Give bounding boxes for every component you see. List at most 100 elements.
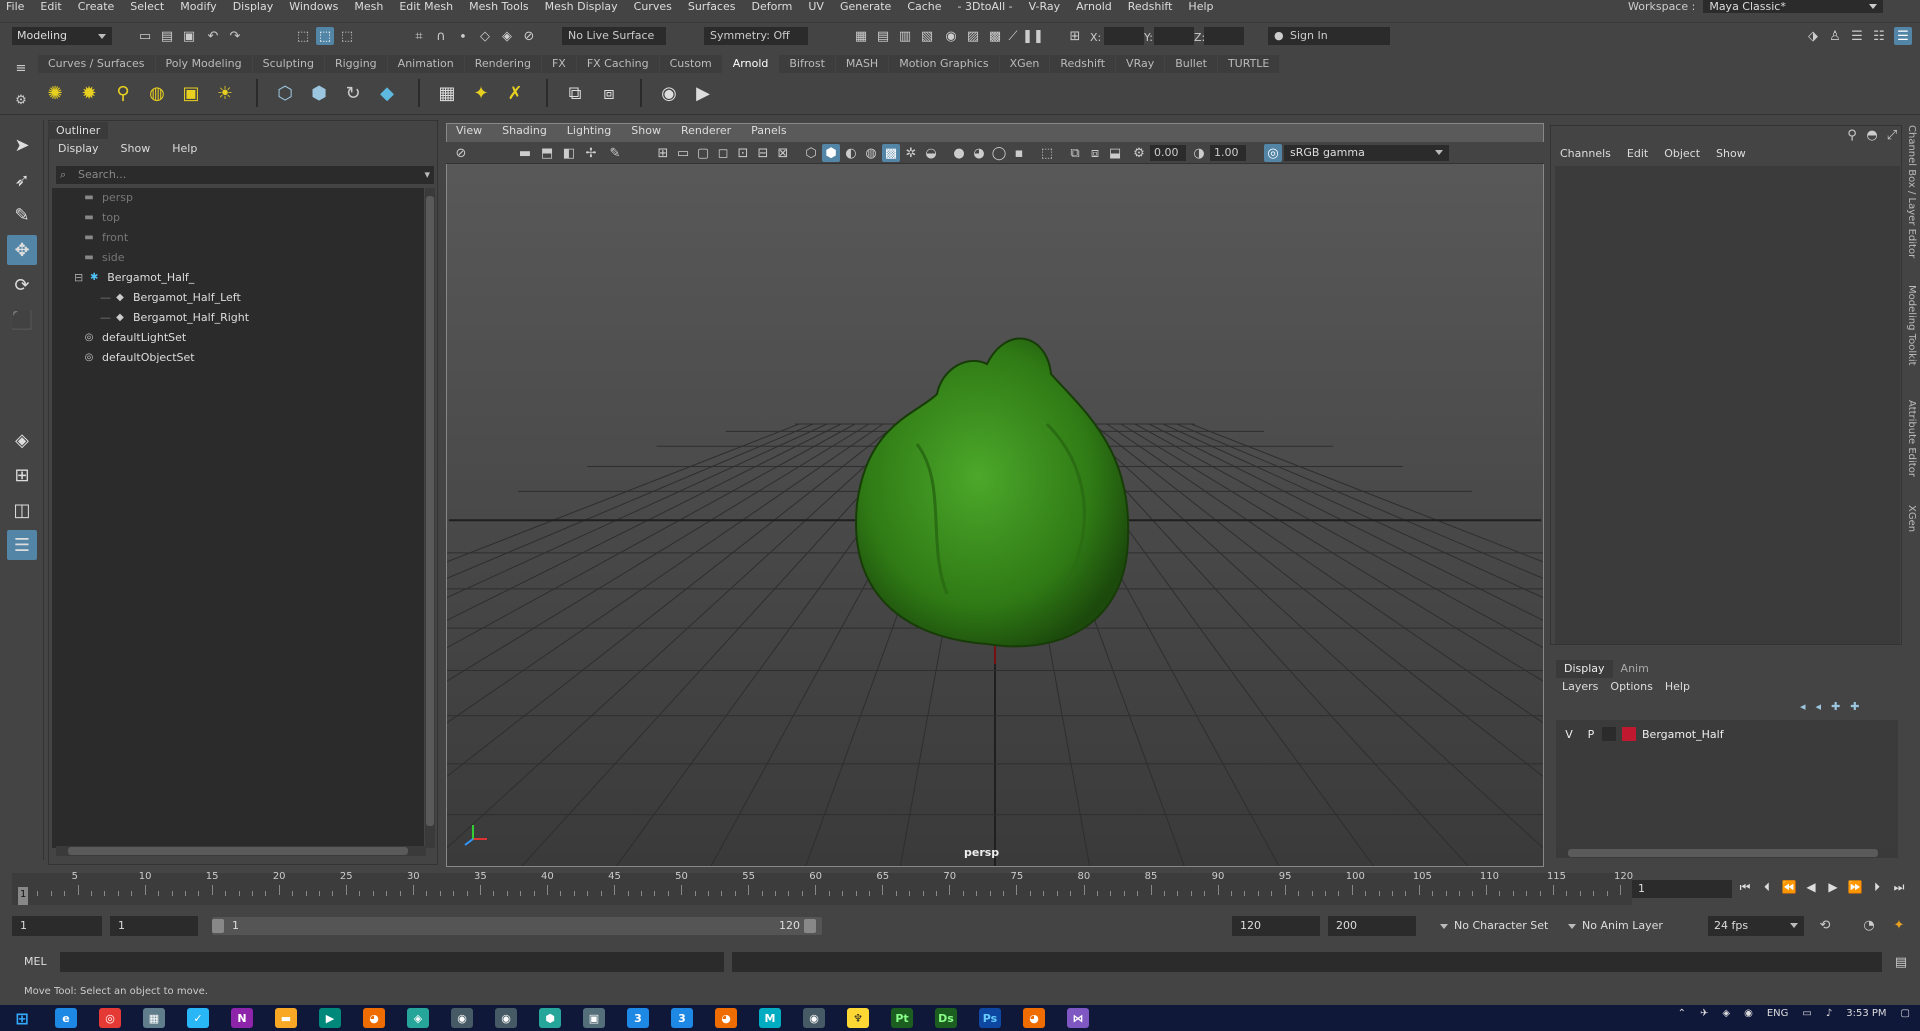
layer-name[interactable]: Bergamot_Half [1642,728,1724,741]
channel-box-menu-object[interactable]: Object [1664,147,1700,163]
outliner-menu-show[interactable]: Show [121,142,151,158]
scale-tool-icon[interactable]: ⬛ [7,305,37,335]
pause-icon[interactable]: ❚❚ [1022,27,1044,45]
menu-curves[interactable]: Curves [634,0,672,13]
menu-select[interactable]: Select [130,0,164,13]
channel-box-menu-show[interactable]: Show [1716,147,1746,163]
side-tab-attribute-editor[interactable]: Attribute Editor [1906,400,1917,477]
shelf-tab-motion-graphics[interactable]: Motion Graphics [889,55,999,73]
current-frame-field[interactable]: 1 [1632,880,1732,898]
depth-of-field-icon[interactable]: ▪ [1010,144,1028,162]
field-chart-icon[interactable]: ⊡ [734,144,752,162]
volume-icon[interactable]: ♪ [1826,1008,1832,1019]
photometric-light-icon[interactable]: ⚲ [108,79,138,107]
grease-pencil-icon[interactable]: ✎ [606,144,624,162]
exposure-field[interactable]: 0.00 [1150,145,1186,161]
arnold-render-icon[interactable]: ▨ [964,27,982,45]
outliner-hscroll-thumb[interactable] [68,847,408,855]
rotate-tool-icon[interactable]: ⟳ [7,270,37,300]
viewport-menu-panels[interactable]: Panels [751,124,786,140]
3ds-max-icon[interactable]: 3 [627,1008,649,1028]
curve-collector-icon[interactable]: ↻ [338,79,368,107]
channel-box-menu-channels[interactable]: Channels [1560,147,1611,163]
menu-3dtoall[interactable]: - 3DtoAll - [958,0,1013,13]
channel-box-options-icon[interactable]: ◓ [1863,126,1881,144]
tool-settings-toggle-icon[interactable]: ☷ [1870,27,1888,45]
z-field[interactable] [1204,27,1244,45]
shelf-tab-rendering[interactable]: Rendering [464,55,541,73]
gamma-field[interactable]: 1.00 [1210,145,1246,161]
range-end-handle[interactable] [804,919,816,933]
menu-arnold[interactable]: Arnold [1076,0,1112,13]
camera-attributes-icon[interactable]: ▬ [516,144,534,162]
menu-uv[interactable]: UV [808,0,824,13]
layer-visibility-toggle[interactable]: V [1558,728,1580,741]
film-gate-icon[interactable]: ▭ [674,144,692,162]
area-light-icon[interactable]: ✺ [40,79,70,107]
four-view-layout-icon[interactable]: ⊞ [7,460,37,490]
channel-box-pin-icon[interactable]: ⚲ [1843,126,1861,144]
layer-hscroll-thumb[interactable] [1568,849,1878,857]
step-back-frame-icon[interactable]: ⏴ [1756,880,1778,898]
outliner-item[interactable]: ◎ defaultLightSet [82,328,187,348]
layer-color-swatch[interactable] [1622,727,1636,741]
app-icon[interactable]: ▣ [583,1008,605,1028]
app-icon[interactable]: ⬢ [539,1008,561,1028]
render-play-icon[interactable]: ▶ [688,79,718,107]
layer-menu-help[interactable]: Help [1665,680,1690,693]
color-management-icon[interactable]: ◎ [1264,144,1282,162]
arnold-ipr-icon[interactable]: ▩ [986,27,1004,45]
standin-icon[interactable]: ⬡ [270,79,300,107]
play-forwards-icon[interactable]: ▶ [1822,880,1844,898]
snap-plane-icon[interactable]: ⊘ [520,27,538,45]
go-to-end-icon[interactable]: ⏭ [1888,880,1910,898]
fps-select[interactable]: 24 fps [1708,916,1804,936]
safe-action-icon[interactable]: ⊟ [754,144,772,162]
time-slider[interactable]: 1 51015202530354045505560657075808590951… [12,871,1633,905]
anti-aliasing-icon[interactable]: ◯ [990,144,1008,162]
wireframe-on-shaded-icon[interactable]: ◍ [862,144,880,162]
tray-chevron-icon[interactable]: ⌃ [1678,1008,1686,1019]
substance-designer-icon[interactable]: Ds [935,1008,957,1028]
shelf-tab-animation[interactable]: Animation [387,55,464,73]
python-icon[interactable]: ♆ [847,1008,869,1028]
menu-generate[interactable]: Generate [840,0,891,13]
menu-create[interactable]: Create [78,0,115,13]
render-settings-icon[interactable]: ▧ [918,27,936,45]
skydome-light-icon[interactable]: ◍ [142,79,172,107]
snap-grid-icon[interactable]: ⌗ [410,27,428,45]
physical-sky-icon[interactable]: ☀ [210,79,240,107]
play-backwards-icon[interactable]: ◀ [1800,880,1822,898]
teams-icon[interactable]: ✓ [187,1008,209,1028]
layer-menu-options[interactable]: Options [1610,680,1652,693]
loop-icon[interactable]: ⟲ [1816,916,1834,934]
two-view-layout-icon[interactable]: ◫ [7,495,37,525]
outliner-item[interactable]: ▬ top [82,208,120,228]
y-field[interactable] [1154,27,1194,45]
channel-box-menu-edit[interactable]: Edit [1627,147,1648,163]
safe-title-icon[interactable]: ⊠ [774,144,792,162]
step-back-key-icon[interactable]: ⏪ [1778,880,1800,898]
shadows-icon[interactable]: ◒ [922,144,940,162]
viewport-persp[interactable] [446,123,1544,867]
x-field[interactable] [1104,27,1144,45]
substance-painter-icon[interactable]: Pt [891,1008,913,1028]
outliner-item[interactable]: ⊟ ✱ Bergamot_Half_ [74,268,194,288]
volume-icon[interactable]: ◆ [372,79,402,107]
shelf-tab-vray[interactable]: VRay [1116,55,1165,73]
shelf-tab-mash[interactable]: MASH [835,55,889,73]
menu-mesh[interactable]: Mesh [354,0,383,13]
character-controls-icon[interactable]: ♙ [1826,27,1844,45]
channel-box-toggle-icon[interactable]: ☰ [1894,27,1912,45]
viewport-menu-shading[interactable]: Shading [502,124,547,140]
shelf-menu-icon[interactable]: ≡ [12,59,30,77]
undo-icon[interactable]: ↶ [204,27,222,45]
paint-select-tool-icon[interactable]: ✎ [7,200,37,230]
layer-hscrollbar[interactable] [1556,848,1898,858]
outliner-hscrollbar[interactable] [56,846,426,856]
hypershade-icon[interactable]: ◉ [942,27,960,45]
snap-point-icon[interactable]: ∙ [454,27,472,45]
edge-icon[interactable]: e [55,1008,77,1028]
go-to-start-icon[interactable]: ⏮ [1734,880,1756,898]
menu-mesh-display[interactable]: Mesh Display [545,0,618,13]
